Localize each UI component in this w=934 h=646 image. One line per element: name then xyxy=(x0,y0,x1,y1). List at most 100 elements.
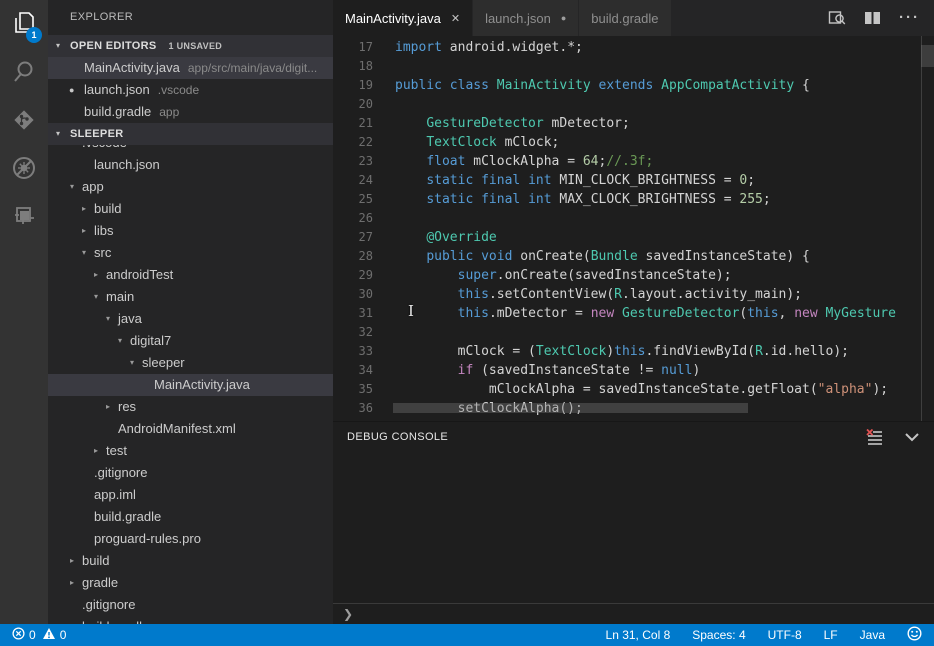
open-editors-header[interactable]: ▾ OPEN EDITORS 1 UNSAVED xyxy=(48,35,333,57)
code-line[interactable]: 24 static final int MIN_CLOCK_BRIGHTNESS… xyxy=(333,171,934,190)
debug-view-button[interactable] xyxy=(0,144,48,192)
tree-item-app[interactable]: ▾app xyxy=(48,176,333,198)
token: final xyxy=(481,192,520,207)
code-text: static final int MAX_CLOCK_BRIGHTNESS = … xyxy=(395,190,771,209)
more-actions-icon[interactable]: ··· xyxy=(899,13,920,23)
code-line[interactable]: 21 GestureDetector mDetector; xyxy=(333,114,934,133)
tree-item-label: test xyxy=(106,440,127,462)
tree-item-test[interactable]: ▸test xyxy=(48,440,333,462)
code-line[interactable]: 29 super.onCreate(savedInstanceState); xyxy=(333,266,934,285)
close-panel-chevron-icon[interactable] xyxy=(904,432,920,442)
folder-section-header[interactable]: ▾ SLEEPER xyxy=(48,123,333,145)
code-line[interactable]: 30 this.setContentView(R.layout.activity… xyxy=(333,285,934,304)
code-line[interactable]: 22 TextClock mClock; xyxy=(333,133,934,152)
token xyxy=(395,363,458,378)
tab-build-gradle[interactable]: build.gradle xyxy=(579,0,671,36)
code-line[interactable]: 17import android.widget.*; xyxy=(333,38,934,57)
tree-item-libs[interactable]: ▸libs xyxy=(48,220,333,242)
tree-item-build[interactable]: ▸build xyxy=(48,550,333,572)
tree-item-build-gradle[interactable]: build.gradle xyxy=(48,506,333,528)
tree-item-androidtest[interactable]: ▸androidTest xyxy=(48,264,333,286)
tab-mainactivity-java[interactable]: MainActivity.java✕ xyxy=(333,0,473,36)
status-eol[interactable]: LF xyxy=(824,628,838,642)
warning-count[interactable]: 0 xyxy=(42,627,67,643)
code-line[interactable]: 19public class MainActivity extends AppC… xyxy=(333,76,934,95)
open-editor-item-mainactivity-java[interactable]: MainActivity.javaapp/src/main/java/digit… xyxy=(48,57,333,79)
status-cursor-position[interactable]: Ln 31, Col 8 xyxy=(606,628,671,642)
code-text: if (savedInstanceState != null) xyxy=(395,361,700,380)
horizontal-scrollbar-thumb[interactable] xyxy=(393,403,748,413)
tab-launch-json[interactable]: launch.json● xyxy=(473,0,579,36)
code-line[interactable]: 23 float mClockAlpha = 64;//.3f; xyxy=(333,152,934,171)
token: this xyxy=(458,306,489,321)
token: mClock; xyxy=(497,135,560,150)
tree-item-gradle[interactable]: ▸gradle xyxy=(48,572,333,594)
tree-item-java[interactable]: ▾java xyxy=(48,308,333,330)
status-indentation[interactable]: Spaces: 4 xyxy=(692,628,745,642)
vertical-scrollbar-thumb[interactable] xyxy=(921,45,934,67)
code-line[interactable]: 27 @Override xyxy=(333,228,934,247)
line-number: 17 xyxy=(333,38,373,57)
line-number: 19 xyxy=(333,76,373,95)
status-language-mode[interactable]: Java xyxy=(860,628,885,642)
tree-item-label: .gitignore xyxy=(82,594,135,616)
code-line[interactable]: 33 mClock = (TextClock)this.findViewById… xyxy=(333,342,934,361)
tree-item-vscode[interactable]: ▾.vscode xyxy=(48,145,333,154)
tree-item-build[interactable]: ▸build xyxy=(48,198,333,220)
tree-item-label: res xyxy=(118,396,136,418)
search-view-button[interactable] xyxy=(0,48,48,96)
tree-item-digital7[interactable]: ▾digital7 xyxy=(48,330,333,352)
clear-console-icon[interactable] xyxy=(866,429,884,445)
open-editor-item-launch-json[interactable]: ●launch.json.vscode xyxy=(48,79,333,101)
token: new xyxy=(794,306,817,321)
tab-bar: MainActivity.java✕launch.json●build.grad… xyxy=(333,0,934,36)
split-editor-icon[interactable] xyxy=(864,11,881,25)
code-line[interactable]: 32 xyxy=(333,323,934,342)
tree-item-build-gradle[interactable]: build.gradle xyxy=(48,616,333,624)
open-preview-icon[interactable] xyxy=(828,10,846,26)
close-tab-icon[interactable]: ✕ xyxy=(451,12,460,25)
panel-title[interactable]: DEBUG CONSOLE xyxy=(347,431,448,443)
token: (savedInstanceState != xyxy=(473,363,661,378)
open-editor-item-build-gradle[interactable]: build.gradleapp xyxy=(48,101,333,123)
status-encoding[interactable]: UTF-8 xyxy=(768,628,802,642)
code-editor[interactable]: 17import android.widget.*;1819public cla… xyxy=(333,36,934,421)
error-count[interactable]: 0 xyxy=(12,627,36,643)
open-editor-detail: app/src/main/java/digit... xyxy=(188,57,317,79)
extensions-view-button[interactable] xyxy=(0,192,48,240)
code-line[interactable]: 34 if (savedInstanceState != null) xyxy=(333,361,934,380)
tree-item-gitignore[interactable]: .gitignore xyxy=(48,594,333,616)
tree-item-label: build.gradle xyxy=(82,616,149,624)
source-control-view-button[interactable] xyxy=(0,96,48,144)
line-number: 28 xyxy=(333,247,373,266)
tree-item-proguard-rules-pro[interactable]: proguard-rules.pro xyxy=(48,528,333,550)
code-line[interactable]: 31 this.mDetector = new GestureDetector(… xyxy=(333,304,934,323)
code-line[interactable]: 35 mClockAlpha = savedInstanceState.getF… xyxy=(333,380,934,399)
code-line[interactable]: 28 public void onCreate(Bundle savedInst… xyxy=(333,247,934,266)
tree-item-launch-json[interactable]: launch.json xyxy=(48,154,333,176)
debug-console-input[interactable]: ❯ xyxy=(333,603,934,624)
dirty-indicator-icon: ● xyxy=(69,79,74,101)
token: ) xyxy=(606,344,614,359)
vertical-scrollbar-track[interactable] xyxy=(921,36,934,421)
token: if xyxy=(458,363,474,378)
dirty-indicator-icon: ● xyxy=(561,13,566,23)
code-line[interactable]: 20 xyxy=(333,95,934,114)
explorer-view-button[interactable]: 1 xyxy=(0,0,48,48)
tree-item-app-iml[interactable]: app.iml xyxy=(48,484,333,506)
chevron-collapsed-icon: ▸ xyxy=(70,550,82,572)
code-line[interactable]: 26 xyxy=(333,209,934,228)
tree-item-src[interactable]: ▾src xyxy=(48,242,333,264)
feedback-smiley-icon[interactable] xyxy=(907,626,922,644)
tree-item-res[interactable]: ▸res xyxy=(48,396,333,418)
tree-item-sleeper[interactable]: ▾sleeper xyxy=(48,352,333,374)
token: .layout.activity_main); xyxy=(622,287,802,302)
tree-item-main[interactable]: ▾main xyxy=(48,286,333,308)
token: TextClock xyxy=(536,344,606,359)
tree-item-androidmanifest-xml[interactable]: AndroidManifest.xml xyxy=(48,418,333,440)
code-line[interactable]: 18 xyxy=(333,57,934,76)
tree-item-gitignore[interactable]: .gitignore xyxy=(48,462,333,484)
tree-item-mainactivity-java[interactable]: MainActivity.java xyxy=(48,374,333,396)
code-line[interactable]: 25 static final int MAX_CLOCK_BRIGHTNESS… xyxy=(333,190,934,209)
token xyxy=(473,192,481,207)
